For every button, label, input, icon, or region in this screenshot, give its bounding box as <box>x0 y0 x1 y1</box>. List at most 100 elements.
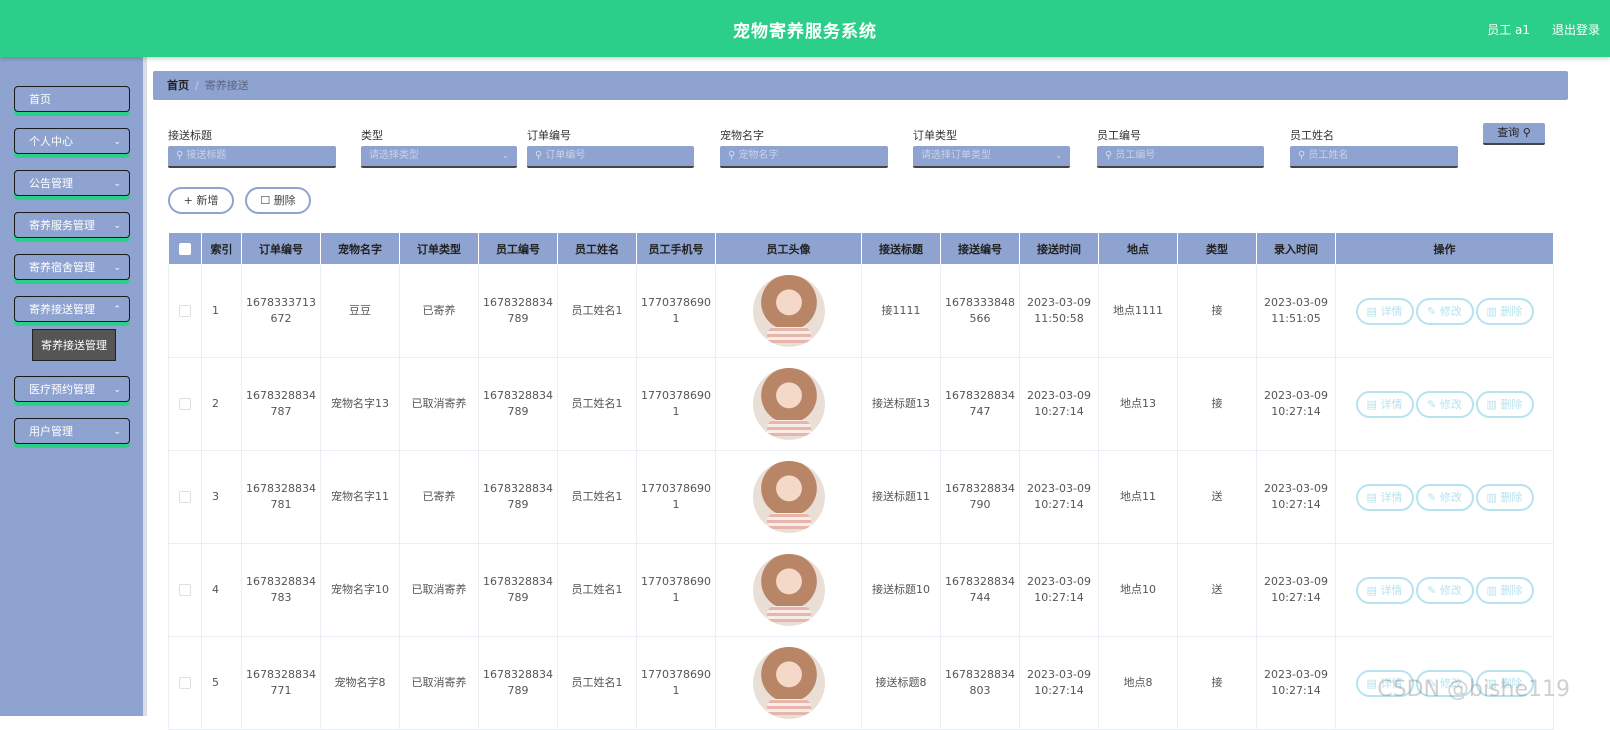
sidebar-item-boarding-dorm[interactable]: 寄养宿舍管理 ⌄ <box>14 254 130 280</box>
trash-icon: ▥ <box>1486 304 1501 318</box>
avatar-shirt <box>766 606 811 622</box>
avatar <box>752 275 825 347</box>
sidebar-item-label: 寄养宿舍管理 <box>29 261 95 274</box>
transfer-table: 索引 订单编号 宠物名字 订单类型 员工编号 员工姓名 员工手机号 员工头像 接… <box>168 232 1554 730</box>
delete-button[interactable]: ☐ 删除 <box>245 187 311 214</box>
column-header: 类型 <box>1177 232 1257 265</box>
table-row: 3 1678328834781 宠物名字11 已寄养 1678328834789 员工姓名… <box>168 450 1554 544</box>
row-checkbox[interactable] <box>179 398 191 410</box>
trash-icon: ☐ <box>260 194 271 207</box>
delete-label: 删除 <box>273 194 296 207</box>
edit-button[interactable]: ✎ 修改 <box>1415 390 1474 418</box>
watermark: CSDN @bishe119 <box>1377 677 1570 702</box>
pet-name-input[interactable]: ⚲ 宠物名字 <box>720 146 888 168</box>
avatar-shirt <box>766 699 811 715</box>
created-time-cell: 2023-03-09 10:27:14 <box>1256 543 1336 637</box>
breadcrumb-current: 寄养接送 <box>204 79 249 92</box>
detail-button[interactable]: ▤ 详情 <box>1355 483 1414 511</box>
app-title: 宠物寄养服务系统 <box>733 22 877 42</box>
row-checkbox[interactable] <box>179 677 191 689</box>
edit-button[interactable]: ✎ 修改 <box>1415 297 1474 325</box>
order-number-cell: 1678333713672 <box>241 264 321 358</box>
column-header: 宠物名字 <box>320 232 400 265</box>
sidebar-item-boarding-service[interactable]: 寄养服务管理 ⌄ <box>14 212 130 238</box>
employee-number-cell: 1678328834789 <box>478 450 558 544</box>
chevron-down-icon: ⌄ <box>502 151 509 160</box>
chevron-up-icon: ⌃ <box>113 305 121 315</box>
search-icon: ⚲ <box>1522 126 1531 139</box>
delete-row-button[interactable]: ▥ 删除 <box>1475 390 1534 418</box>
order-type-select[interactable]: 请选择订单类型 ⌄ <box>913 146 1070 168</box>
column-header: 地点 <box>1098 232 1178 265</box>
chevron-down-icon: ⌄ <box>113 427 121 437</box>
row-checkbox[interactable] <box>179 305 191 317</box>
row-index: 1 <box>201 264 242 358</box>
column-header: 员工姓名 <box>557 232 637 265</box>
created-time-cell: 2023-03-09 10:27:14 <box>1256 357 1336 451</box>
sidebar-item-profile[interactable]: 个人中心 ⌄ <box>14 128 130 154</box>
employee-number-cell: 1678328834789 <box>478 264 558 358</box>
action-label: 修改 <box>1439 304 1462 318</box>
employee-avatar-cell <box>715 264 862 358</box>
column-header: 订单类型 <box>399 232 479 265</box>
transfer-title-cell: 接1111 <box>861 264 941 358</box>
sidebar-item-transfer[interactable]: 寄养接送管理 ⌃ <box>14 296 130 322</box>
edit-button[interactable]: ✎ 修改 <box>1415 483 1474 511</box>
column-header: 接送时间 <box>1019 232 1099 265</box>
sidebar-item-users[interactable]: 用户管理 ⌄ <box>14 418 130 444</box>
label-order-type: 订单类型 <box>913 129 957 142</box>
edit-button[interactable]: ✎ 修改 <box>1415 576 1474 604</box>
label-employee-name: 员工姓名 <box>1290 129 1334 142</box>
row-checkbox[interactable] <box>179 491 191 503</box>
sidebar-item-medical[interactable]: 医疗预约管理 ⌄ <box>14 376 130 402</box>
transfer-title-input[interactable]: ⚲ 接送标题 <box>168 146 336 168</box>
delete-row-button[interactable]: ▥ 删除 <box>1475 297 1534 325</box>
query-button[interactable]: 查询 ⚲ <box>1483 123 1545 145</box>
select-all-checkbox[interactable] <box>179 243 191 255</box>
top-bar: 宠物寄养服务系统 员工 a1 退出登录 <box>0 0 1610 57</box>
table-header-row: 索引 订单编号 宠物名字 订单类型 员工编号 员工姓名 员工手机号 员工头像 接… <box>168 232 1554 265</box>
logout-link[interactable]: 退出登录 <box>1552 21 1600 38</box>
action-label: 删除 <box>1500 490 1523 504</box>
action-label: 修改 <box>1439 583 1462 597</box>
transfer-title-cell: 接送标题11 <box>861 450 941 544</box>
location-cell: 地点13 <box>1098 357 1178 451</box>
transfer-number-cell: 1678328834790 <box>940 450 1020 544</box>
employee-name-cell: 员工姓名1 <box>557 357 637 451</box>
transfer-number-cell: 1678333848566 <box>940 264 1020 358</box>
delete-row-button[interactable]: ▥ 删除 <box>1475 483 1534 511</box>
location-cell: 地点10 <box>1098 543 1178 637</box>
created-time-cell: 2023-03-09 11:51:05 <box>1256 264 1336 358</box>
placeholder-text: 宠物名字 <box>738 150 779 161</box>
add-button[interactable]: + 新增 <box>168 187 234 214</box>
delete-row-button[interactable]: ▥ 删除 <box>1475 576 1534 604</box>
row-select-cell <box>168 357 202 451</box>
type-select[interactable]: 请选择类型 ⌄ <box>361 146 517 168</box>
pet-name-cell: 宠物名字13 <box>320 357 400 451</box>
employee-name-input[interactable]: ⚲ 员工姓名 <box>1290 146 1458 168</box>
detail-button[interactable]: ▤ 详情 <box>1355 390 1414 418</box>
transfer-time-cell: 2023-03-09 10:27:14 <box>1019 450 1099 544</box>
search-icon: ⚲ <box>1105 150 1113 161</box>
employee-no-input[interactable]: ⚲ 员工编号 <box>1097 146 1264 168</box>
row-actions-cell: ▤ 详情 ✎ 修改 ▥ 删除 <box>1335 450 1554 544</box>
detail-button[interactable]: ▤ 详情 <box>1355 297 1414 325</box>
transfer-time-cell: 2023-03-09 10:27:14 <box>1019 357 1099 451</box>
sidebar-item-label: 寄养接送管理 <box>29 303 95 316</box>
column-header: 员工头像 <box>715 232 862 265</box>
order-no-input[interactable]: ⚲ 订单编号 <box>527 146 694 168</box>
row-actions-cell: ▤ 详情 ✎ 修改 ▥ 删除 <box>1335 357 1554 451</box>
detail-button[interactable]: ▤ 详情 <box>1355 576 1414 604</box>
row-select-cell <box>168 543 202 637</box>
submenu-item-transfer-management[interactable]: 寄养接送管理 <box>32 329 116 361</box>
add-label: 新增 <box>196 194 219 207</box>
sidebar-item-home[interactable]: 首页 <box>14 86 130 112</box>
row-checkbox[interactable] <box>179 584 191 596</box>
sidebar-item-notices[interactable]: 公告管理 ⌄ <box>14 170 130 196</box>
sidebar-item-label: 寄养服务管理 <box>29 219 95 232</box>
column-header: 索引 <box>201 232 242 265</box>
column-header: 操作 <box>1335 232 1554 265</box>
breadcrumb-home[interactable]: 首页 <box>167 79 189 92</box>
document-icon: ▤ <box>1366 490 1381 504</box>
table-row: 2 1678328834787 宠物名字13 已取消寄养 1678328834789 员工… <box>168 357 1554 451</box>
